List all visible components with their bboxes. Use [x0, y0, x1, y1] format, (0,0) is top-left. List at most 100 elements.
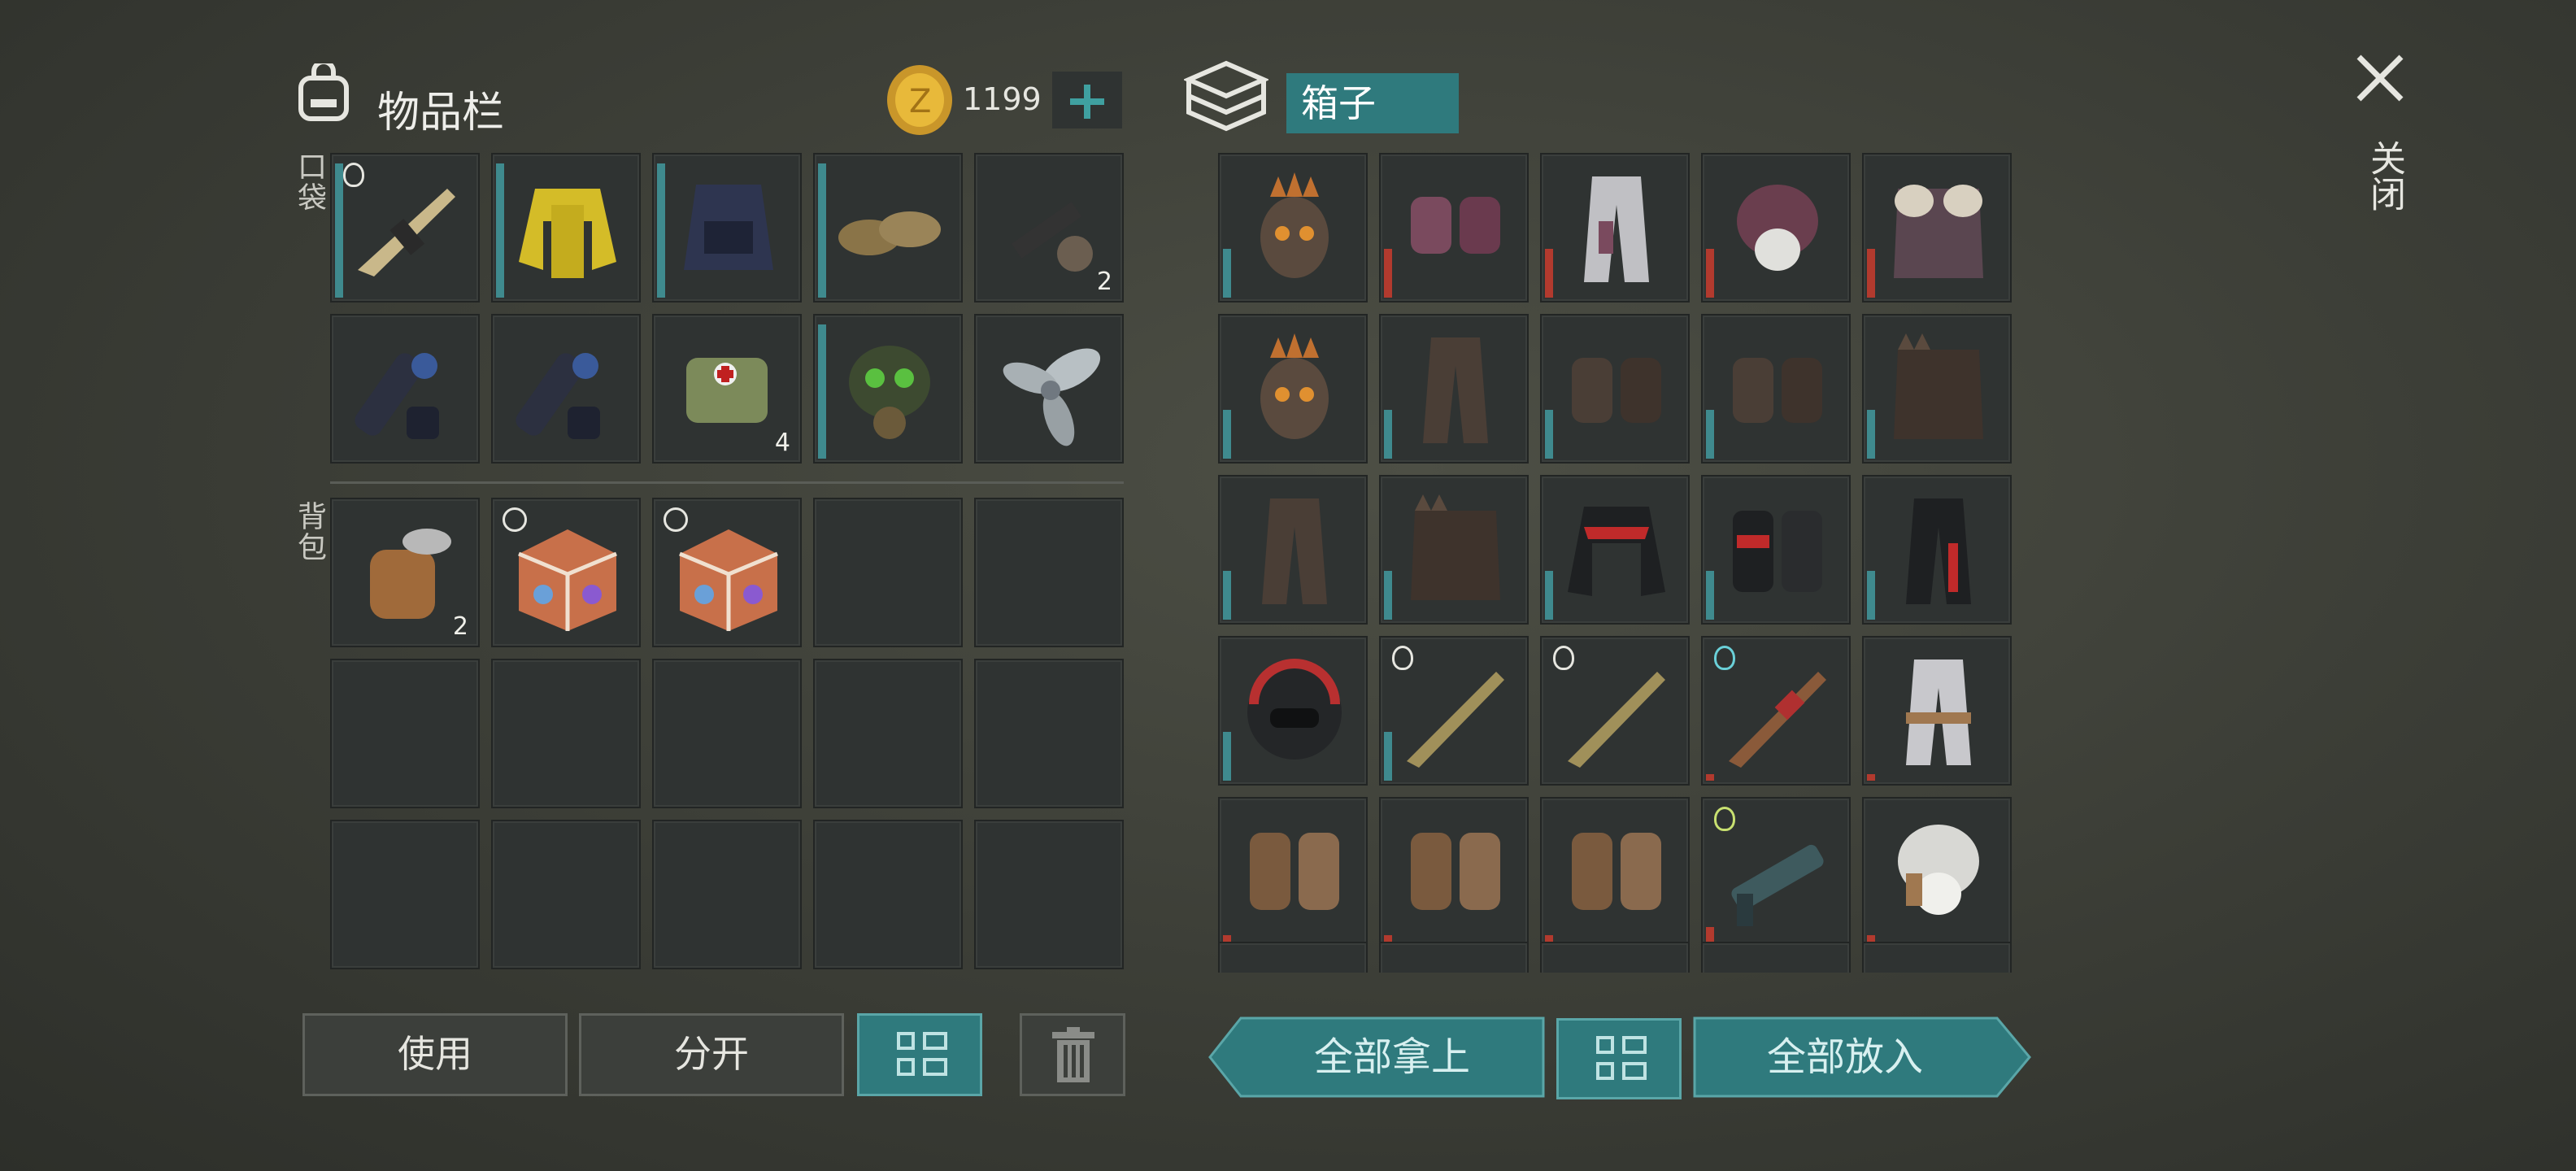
backpack-label: 背包 [293, 501, 326, 563]
backpack-slot-empty[interactable] [330, 820, 480, 969]
backpack-slot-empty[interactable] [974, 820, 1124, 969]
box-slot-skull-mask[interactable] [1218, 314, 1368, 464]
box-slot-leather-pants[interactable] [1218, 475, 1368, 625]
box-slot-fur-boots[interactable] [1540, 797, 1690, 947]
section-divider [330, 481, 1124, 484]
box-slot-energy-gun[interactable] [1701, 797, 1851, 947]
pocket-slot-flashlight-1[interactable] [330, 314, 480, 464]
box-slot-spiked-boots[interactable] [1379, 153, 1529, 303]
box-slot-bone-armor[interactable] [1862, 153, 2012, 303]
boots-icon [1733, 358, 1822, 423]
split-button[interactable]: 分开 [579, 1013, 844, 1096]
item-quantity: 2 [1096, 268, 1112, 296]
box-slot-racing-pants[interactable] [1862, 475, 2012, 625]
pocket-slot-gas-mask[interactable] [813, 314, 963, 464]
box-slot-spiked-armor[interactable] [1379, 475, 1529, 625]
box-slot-item[interactable] [1540, 942, 1690, 973]
boots-icon [1572, 833, 1661, 910]
box-slot-leather-boots[interactable] [1701, 314, 1851, 464]
pants-icon [1906, 660, 1971, 765]
box-slot-racing-boots[interactable] [1701, 475, 1851, 625]
box-slot-white-pants[interactable] [1862, 636, 2012, 786]
box-slot-fur-boots[interactable] [1218, 797, 1368, 947]
backpack-slot-empty[interactable] [491, 820, 641, 969]
take-all-button[interactable]: 全部拿上 [1208, 1016, 1545, 1098]
jacket-icon [1568, 507, 1665, 596]
box-slot-skull-mask[interactable] [1218, 153, 1368, 303]
pocket-slot-yellow-jacket[interactable] [491, 153, 641, 303]
box-slot-fur-hat[interactable] [1701, 153, 1851, 303]
box-slot-item[interactable] [1379, 942, 1529, 973]
pocket-slot-boots[interactable] [813, 153, 963, 303]
use-button[interactable]: 使用 [302, 1013, 568, 1096]
supply-crate-icon [679, 529, 778, 631]
box-slot-pants[interactable] [1540, 153, 1690, 303]
add-coins-button[interactable] [1052, 72, 1122, 128]
backpack-slot-empty[interactable] [652, 820, 802, 969]
box-slot-item[interactable] [1862, 942, 2012, 973]
pocket-label: 口袋 [293, 151, 326, 213]
boots-icon [1733, 511, 1822, 592]
box-slot-racing-jacket[interactable] [1540, 475, 1690, 625]
backpack-slot-empty[interactable] [813, 659, 963, 808]
box-icon [1182, 59, 1270, 133]
backpack-icon [293, 59, 355, 122]
sort-grid-button[interactable] [1556, 1018, 1682, 1099]
vest-icon [684, 185, 773, 270]
take-all-label: 全部拿上 [1313, 1034, 1470, 1080]
backpack-slot-empty[interactable] [652, 659, 802, 808]
svg-text:Z: Z [909, 83, 931, 120]
item-quantity: 4 [774, 429, 790, 457]
backpack-slot-empty[interactable] [813, 498, 963, 647]
inventory-title: 物品栏 [377, 89, 505, 137]
backpack-slot-crate-1[interactable] [491, 498, 641, 647]
grid-icon [897, 1032, 947, 1082]
pocket-slot-medkit[interactable]: 4 [652, 314, 802, 464]
box-slot-rifle[interactable] [1701, 636, 1851, 786]
box-slot-item[interactable] [1218, 942, 1368, 973]
box-slot-shotgun[interactable] [1540, 636, 1690, 786]
pocket-slot-armored-vest[interactable] [652, 153, 802, 303]
pants-icon [1584, 176, 1649, 282]
box-slot-item[interactable] [1701, 942, 1851, 973]
backpack-slot-crate-2[interactable] [652, 498, 802, 647]
spiked-armor-icon [1894, 333, 1983, 439]
fur-hat-icon [1737, 185, 1818, 271]
bone-armor-icon [1894, 185, 1983, 278]
item-quantity: 2 [452, 612, 468, 641]
box-slot-shotgun[interactable] [1379, 636, 1529, 786]
backpack-slot-empty[interactable] [330, 659, 480, 808]
box-slot-helmet[interactable] [1218, 636, 1368, 786]
pocket-slot-propeller[interactable] [974, 314, 1124, 464]
backpack-slot-empty[interactable] [813, 820, 963, 969]
boots-icon [838, 211, 941, 255]
backpack-slot-empty[interactable] [974, 659, 1124, 808]
trash-button[interactable] [1020, 1013, 1125, 1096]
box-title: 箱子 [1286, 73, 1459, 133]
box-slot-leather-boots[interactable] [1540, 314, 1690, 464]
close-icon [2356, 54, 2404, 102]
supply-crate-icon [518, 529, 617, 631]
shotgun-icon [1407, 672, 1504, 768]
sort-grid-button[interactable] [857, 1013, 982, 1096]
close-button[interactable]: 关闭 [2350, 49, 2410, 236]
pants-icon [1423, 337, 1488, 443]
close-label: 关闭 [2364, 140, 2405, 211]
put-all-button[interactable]: 全部放入 [1693, 1016, 2031, 1098]
box-slot-leather-pants[interactable] [1379, 314, 1529, 464]
backpack-slot-empty[interactable] [491, 659, 641, 808]
backpack-slot-empty[interactable] [974, 498, 1124, 647]
helmet-icon [1247, 659, 1342, 760]
box-slot-fur-boots[interactable] [1379, 797, 1529, 947]
backpack-slot-tin-can[interactable]: 2 [330, 498, 480, 647]
trash-icon [1052, 1027, 1094, 1082]
propeller-icon [1003, 348, 1101, 446]
box-slot-fur-hat[interactable] [1862, 797, 2012, 947]
energy-gun-icon [1731, 844, 1824, 926]
pocket-slot-parts[interactable]: 2 [974, 153, 1124, 303]
box-slot-spiked-armor[interactable] [1862, 314, 2012, 464]
flashlight-icon [355, 353, 439, 439]
medkit-icon [686, 358, 768, 423]
pocket-slot-rifle[interactable] [330, 153, 480, 303]
pocket-slot-flashlight-2[interactable] [491, 314, 641, 464]
